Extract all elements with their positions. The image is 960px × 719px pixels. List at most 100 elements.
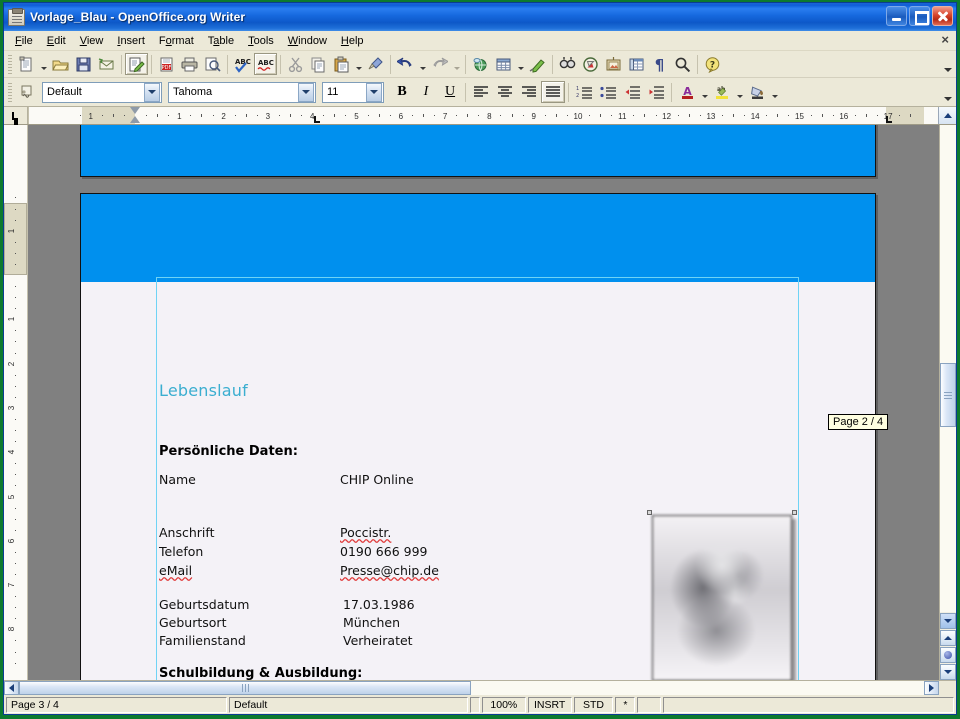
document-canvas[interactable]: Lebenslauf Persönliche Daten: Name CHIP … bbox=[28, 125, 939, 680]
new-document-icon[interactable] bbox=[15, 53, 38, 75]
tab-stop-marker[interactable] bbox=[886, 116, 888, 123]
gallery-icon[interactable] bbox=[602, 53, 625, 75]
underline-button[interactable]: U bbox=[438, 81, 462, 103]
print-file-icon[interactable] bbox=[178, 53, 201, 75]
toolbar-grip[interactable] bbox=[8, 55, 12, 74]
navigator-icon[interactable] bbox=[579, 53, 602, 75]
open-document-icon[interactable] bbox=[49, 53, 72, 75]
menu-file[interactable]: File bbox=[8, 33, 40, 49]
bold-button[interactable]: B bbox=[390, 81, 414, 103]
tab-stop-selector[interactable] bbox=[4, 107, 28, 124]
font-name-dropdown-icon[interactable] bbox=[298, 83, 314, 102]
formatting-toolbar-overflow-icon[interactable] bbox=[943, 94, 952, 103]
paragraph-style-dropdown-icon[interactable] bbox=[144, 83, 160, 102]
zoom-icon[interactable] bbox=[671, 53, 694, 75]
standard-toolbar-overflow-icon[interactable] bbox=[943, 65, 952, 74]
align-left-icon[interactable] bbox=[469, 81, 493, 103]
page-current[interactable]: Lebenslauf Persönliche Daten: Name CHIP … bbox=[80, 193, 876, 680]
show-draw-functions-icon[interactable] bbox=[526, 53, 549, 75]
close-button[interactable] bbox=[932, 6, 953, 26]
undo-icon[interactable] bbox=[394, 53, 417, 75]
hyperlink-icon[interactable] bbox=[469, 53, 492, 75]
vertical-scrollbar[interactable] bbox=[939, 125, 956, 680]
send-email-icon[interactable] bbox=[95, 53, 118, 75]
toolbar-grip[interactable] bbox=[8, 83, 12, 102]
background-color-icon[interactable] bbox=[745, 81, 769, 103]
previous-page-button[interactable] bbox=[940, 613, 956, 629]
menu-insert[interactable]: Insert bbox=[110, 33, 152, 49]
font-size-combobox[interactable]: 11 bbox=[322, 82, 384, 103]
highlighting-icon[interactable]: ab bbox=[710, 81, 734, 103]
menu-view[interactable]: View bbox=[73, 33, 111, 49]
apply-style-icon[interactable] bbox=[15, 81, 38, 103]
save-document-icon[interactable] bbox=[72, 53, 95, 75]
page-previous[interactable] bbox=[80, 125, 876, 177]
menu-format[interactable]: Format bbox=[152, 33, 201, 49]
status-digital-signature[interactable] bbox=[637, 697, 661, 713]
horizontal-ruler[interactable]: 11234567891011121314151617 bbox=[28, 107, 938, 124]
clone-formatting-icon[interactable] bbox=[364, 53, 387, 75]
horizontal-scroll-thumb[interactable] bbox=[19, 681, 471, 695]
align-justified-icon[interactable] bbox=[541, 81, 565, 103]
menu-edit[interactable]: Edit bbox=[40, 33, 73, 49]
scroll-left-button[interactable] bbox=[4, 681, 19, 695]
find-and-replace-icon[interactable] bbox=[556, 53, 579, 75]
maximize-button[interactable] bbox=[909, 6, 930, 26]
decrease-indent-icon[interactable] bbox=[620, 81, 644, 103]
resize-handle-nw[interactable] bbox=[647, 510, 652, 515]
scroll-up-button-top[interactable] bbox=[938, 107, 956, 124]
menu-tools[interactable]: Tools bbox=[241, 33, 281, 49]
increase-indent-icon[interactable] bbox=[644, 81, 668, 103]
tab-stop-marker[interactable] bbox=[314, 116, 316, 123]
copy-icon[interactable] bbox=[307, 53, 330, 75]
italic-button[interactable]: I bbox=[414, 81, 438, 103]
menu-window[interactable]: Window bbox=[281, 33, 334, 49]
close-document-icon[interactable]: × bbox=[941, 34, 949, 46]
vertical-ruler[interactable]: 112345678 bbox=[4, 125, 28, 680]
left-indent-marker[interactable] bbox=[130, 116, 140, 123]
status-modified[interactable]: * bbox=[615, 697, 635, 713]
status-insert-mode[interactable]: INSRT bbox=[528, 697, 572, 713]
highlighting-dropdown-icon[interactable] bbox=[734, 81, 745, 103]
font-size-dropdown-icon[interactable] bbox=[366, 83, 382, 102]
font-color-icon[interactable]: A bbox=[675, 81, 699, 103]
new-document-dropdown-icon[interactable] bbox=[38, 53, 49, 75]
ordered-list-icon[interactable]: 1 2 bbox=[572, 81, 596, 103]
table-dropdown-icon[interactable] bbox=[515, 53, 526, 75]
export-pdf-icon[interactable]: PDF bbox=[155, 53, 178, 75]
vertical-scroll-thumb[interactable] bbox=[940, 363, 956, 427]
status-page[interactable]: Page 3 / 4 bbox=[6, 697, 227, 713]
vertical-scroll-track[interactable] bbox=[940, 125, 956, 612]
status-section[interactable] bbox=[663, 697, 954, 713]
spelling-check-icon[interactable]: ABC bbox=[231, 53, 254, 75]
cut-icon[interactable] bbox=[284, 53, 307, 75]
data-sources-icon[interactable] bbox=[625, 53, 648, 75]
navigation-button[interactable] bbox=[940, 647, 956, 663]
background-color-dropdown-icon[interactable] bbox=[769, 81, 780, 103]
font-color-dropdown-icon[interactable] bbox=[699, 81, 710, 103]
first-line-indent-marker[interactable] bbox=[130, 107, 140, 114]
menu-table[interactable]: Table bbox=[201, 33, 241, 49]
undo-dropdown-icon[interactable] bbox=[417, 53, 428, 75]
unordered-list-icon[interactable] bbox=[596, 81, 620, 103]
formatting-marks-icon[interactable]: ¶ bbox=[648, 53, 671, 75]
status-zoom[interactable]: 100% bbox=[482, 697, 526, 713]
horizontal-scroll-track[interactable] bbox=[19, 681, 924, 695]
insert-table-icon[interactable] bbox=[492, 53, 515, 75]
align-right-icon[interactable] bbox=[517, 81, 541, 103]
status-page-style[interactable]: Default bbox=[229, 697, 468, 713]
paste-dropdown-icon[interactable] bbox=[353, 53, 364, 75]
edit-file-icon[interactable] bbox=[125, 53, 148, 75]
align-center-icon[interactable] bbox=[493, 81, 517, 103]
scroll-right-button[interactable] bbox=[924, 681, 939, 695]
scroll-up-button[interactable] bbox=[940, 630, 956, 646]
status-selection-mode[interactable]: STD bbox=[574, 697, 614, 713]
autospellcheck-icon[interactable]: ABC bbox=[254, 53, 277, 75]
menu-help[interactable]: Help bbox=[334, 33, 371, 49]
help-icon[interactable]: ? bbox=[701, 53, 724, 75]
font-name-combobox[interactable]: Tahoma bbox=[168, 82, 316, 103]
redo-dropdown-icon[interactable] bbox=[451, 53, 462, 75]
paragraph-style-combobox[interactable]: Default bbox=[42, 82, 162, 103]
minimize-button[interactable] bbox=[886, 6, 907, 26]
resize-handle-ne[interactable] bbox=[792, 510, 797, 515]
